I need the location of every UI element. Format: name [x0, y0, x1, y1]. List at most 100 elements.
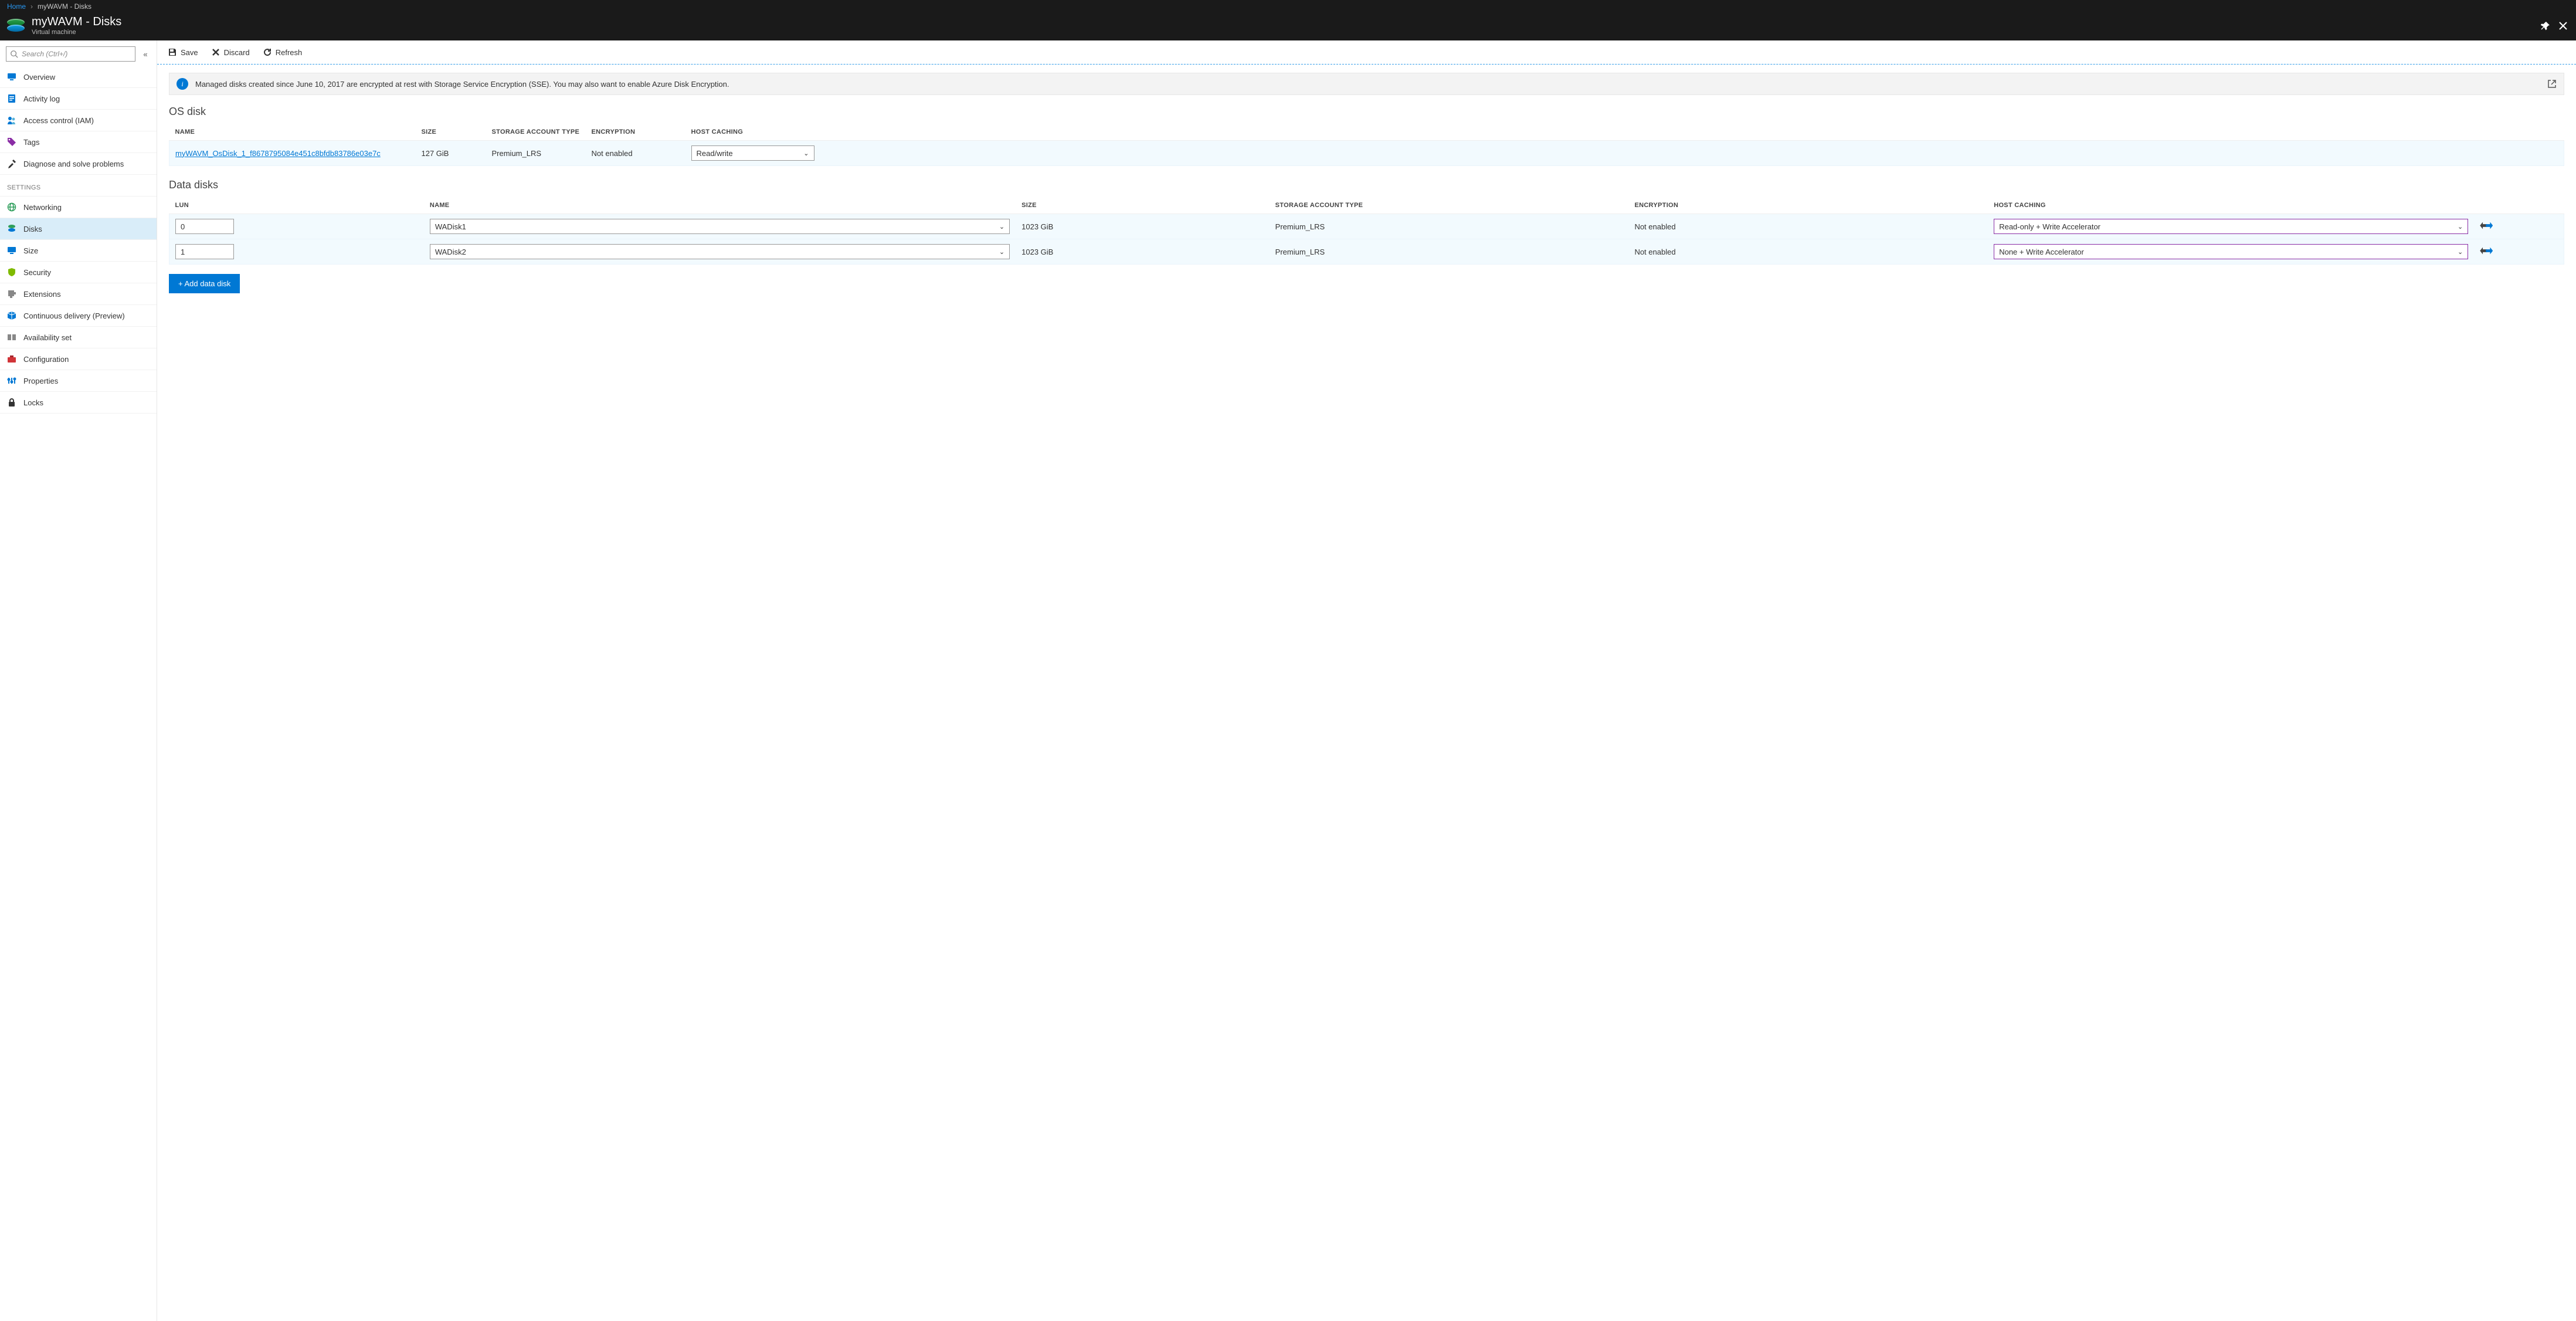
sidebar-item-activity-log[interactable]: Activity log — [0, 88, 157, 110]
people-icon — [7, 116, 16, 125]
sidebar-item-label: Properties — [23, 377, 58, 385]
puzzle-icon — [7, 289, 16, 299]
monitor-icon — [7, 72, 16, 82]
col-host-caching: HOST CACHING — [1988, 197, 2474, 214]
col-storage: STORAGE ACCOUNT TYPE — [486, 124, 586, 141]
data-disk-name-dropdown[interactable]: WADisk1 ⌄ — [430, 219, 1010, 234]
breadcrumb-home[interactable]: Home — [7, 2, 26, 11]
data-host-caching-dropdown[interactable]: None + Write Accelerator ⌄ — [1994, 244, 2468, 259]
chevron-down-icon: ⌄ — [803, 150, 809, 157]
chevron-down-icon: ⌄ — [999, 248, 1004, 256]
search-placeholder: Search (Ctrl+/) — [22, 50, 67, 58]
data-host-caching-dropdown[interactable]: Read-only + Write Accelerator ⌄ — [1994, 219, 2468, 234]
dropdown-value: Read/write — [697, 149, 733, 158]
sidebar-item-overview[interactable]: Overview — [0, 66, 157, 88]
breadcrumb-current: myWAVM - Disks — [38, 2, 91, 11]
toolbox-icon — [7, 354, 16, 364]
data-disk-enc: Not enabled — [1628, 239, 1988, 265]
data-disk-row: 1 WADisk2 ⌄ 1023 GiB Premium_LRS Not ena… — [169, 239, 2564, 265]
data-disk-enc: Not enabled — [1628, 214, 1988, 239]
sidebar-section-settings: SETTINGS — [0, 175, 157, 197]
search-input[interactable]: Search (Ctrl+/) — [6, 46, 135, 62]
close-icon[interactable] — [2558, 21, 2568, 31]
data-disk-row: 0 WADisk1 ⌄ 1023 GiB Premium_LRS Not ena… — [169, 214, 2564, 239]
col-name: NAME — [169, 124, 416, 141]
chevron-down-icon: ⌄ — [999, 223, 1004, 231]
nav-list[interactable]: Overview Activity log Access control (IA… — [0, 66, 157, 1321]
data-disk-sat: Premium_LRS — [1270, 239, 1629, 265]
lock-icon — [7, 398, 16, 407]
col-encryption: ENCRYPTION — [586, 124, 685, 141]
lun-input[interactable]: 1 — [175, 244, 234, 259]
sidebar: Search (Ctrl+/) « Overview Activity log — [0, 40, 157, 1321]
chevron-down-icon: ⌄ — [2458, 223, 2463, 231]
topbar: Home › myWAVM - Disks myWAVM - Disks Vir… — [0, 0, 2576, 40]
box-icon — [7, 311, 16, 320]
sidebar-item-size[interactable]: Size — [0, 240, 157, 262]
data-disk-sat: Premium_LRS — [1270, 214, 1629, 239]
dropdown-value: None + Write Accelerator — [1999, 248, 2084, 256]
sidebar-item-configuration[interactable]: Configuration — [0, 348, 157, 370]
info-text: Managed disks created since June 10, 201… — [195, 80, 729, 89]
sidebar-item-label: Tags — [23, 138, 39, 147]
chevron-down-icon: ⌄ — [2458, 248, 2463, 256]
breadcrumb: Home › myWAVM - Disks — [7, 0, 2576, 13]
titlebar: myWAVM - Disks Virtual machine — [7, 13, 2576, 40]
sidebar-item-security[interactable]: Security — [0, 262, 157, 283]
chevron-right-icon: › — [30, 2, 33, 11]
sidebar-item-networking[interactable]: Networking — [0, 197, 157, 218]
os-disk-heading: OS disk — [169, 106, 2564, 118]
sidebar-item-continuous-delivery[interactable]: Continuous delivery (Preview) — [0, 305, 157, 327]
col-size: SIZE — [416, 124, 486, 141]
os-disk-name-link[interactable]: myWAVM_OsDisk_1_f8678795084e451c8bfdb837… — [175, 149, 381, 158]
sidebar-item-label: Activity log — [23, 94, 60, 103]
sidebar-item-diagnose[interactable]: Diagnose and solve problems — [0, 153, 157, 175]
sidebar-item-label: Diagnose and solve problems — [23, 160, 124, 168]
collapse-sidebar-icon[interactable]: « — [140, 50, 151, 59]
col-size: SIZE — [1016, 197, 1270, 214]
dropdown-value: Read-only + Write Accelerator — [1999, 222, 2100, 231]
sidebar-item-label: Security — [23, 268, 51, 277]
sidebar-item-extensions[interactable]: Extensions — [0, 283, 157, 305]
tag-icon — [7, 137, 16, 147]
sidebar-item-label: Continuous delivery (Preview) — [23, 311, 125, 320]
sidebar-item-label: Locks — [23, 398, 43, 407]
lun-input[interactable]: 0 — [175, 219, 234, 234]
sidebar-item-disks[interactable]: Disks — [0, 218, 157, 240]
data-disks-table: LUN NAME SIZE STORAGE ACCOUNT TYPE ENCRY… — [169, 197, 2564, 265]
write-accelerator-icon[interactable] — [2480, 246, 2493, 256]
command-bar: Save Discard Refresh — [157, 40, 2576, 65]
add-data-disk-button[interactable]: + Add data disk — [169, 274, 240, 293]
sidebar-item-label: Disks — [23, 225, 42, 233]
save-button[interactable]: Save — [168, 48, 198, 57]
data-disk-size: 1023 GiB — [1016, 214, 1270, 239]
sidebar-item-access-control[interactable]: Access control (IAM) — [0, 110, 157, 131]
avset-icon — [7, 333, 16, 342]
os-host-caching-dropdown[interactable]: Read/write ⌄ — [691, 145, 814, 161]
external-link-icon[interactable] — [2547, 79, 2557, 89]
save-icon — [168, 48, 177, 57]
col-encryption: ENCRYPTION — [1628, 197, 1988, 214]
page-subtitle: Virtual machine — [32, 29, 121, 36]
sidebar-item-label: Extensions — [23, 290, 61, 299]
os-disk-row: myWAVM_OsDisk_1_f8678795084e451c8bfdb837… — [169, 141, 2564, 166]
data-disk-size: 1023 GiB — [1016, 239, 1270, 265]
refresh-icon — [263, 48, 272, 57]
discard-button[interactable]: Discard — [211, 48, 250, 57]
pin-icon[interactable] — [2541, 21, 2550, 31]
properties-icon — [7, 376, 16, 385]
sidebar-item-tags[interactable]: Tags — [0, 131, 157, 153]
data-disk-name-dropdown[interactable]: WADisk2 ⌄ — [430, 244, 1010, 259]
main-content: Save Discard Refresh i Managed disks cre… — [157, 40, 2576, 1321]
sidebar-item-label: Size — [23, 246, 38, 255]
sidebar-item-locks[interactable]: Locks — [0, 392, 157, 414]
sidebar-item-properties[interactable]: Properties — [0, 370, 157, 392]
sidebar-item-availability-set[interactable]: Availability set — [0, 327, 157, 348]
save-label: Save — [181, 48, 198, 57]
disks-icon — [7, 19, 25, 33]
data-disks-heading: Data disks — [169, 179, 2564, 191]
search-icon — [10, 50, 18, 58]
refresh-button[interactable]: Refresh — [263, 48, 303, 57]
os-disk-sat: Premium_LRS — [486, 141, 586, 166]
write-accelerator-icon[interactable] — [2480, 221, 2493, 231]
